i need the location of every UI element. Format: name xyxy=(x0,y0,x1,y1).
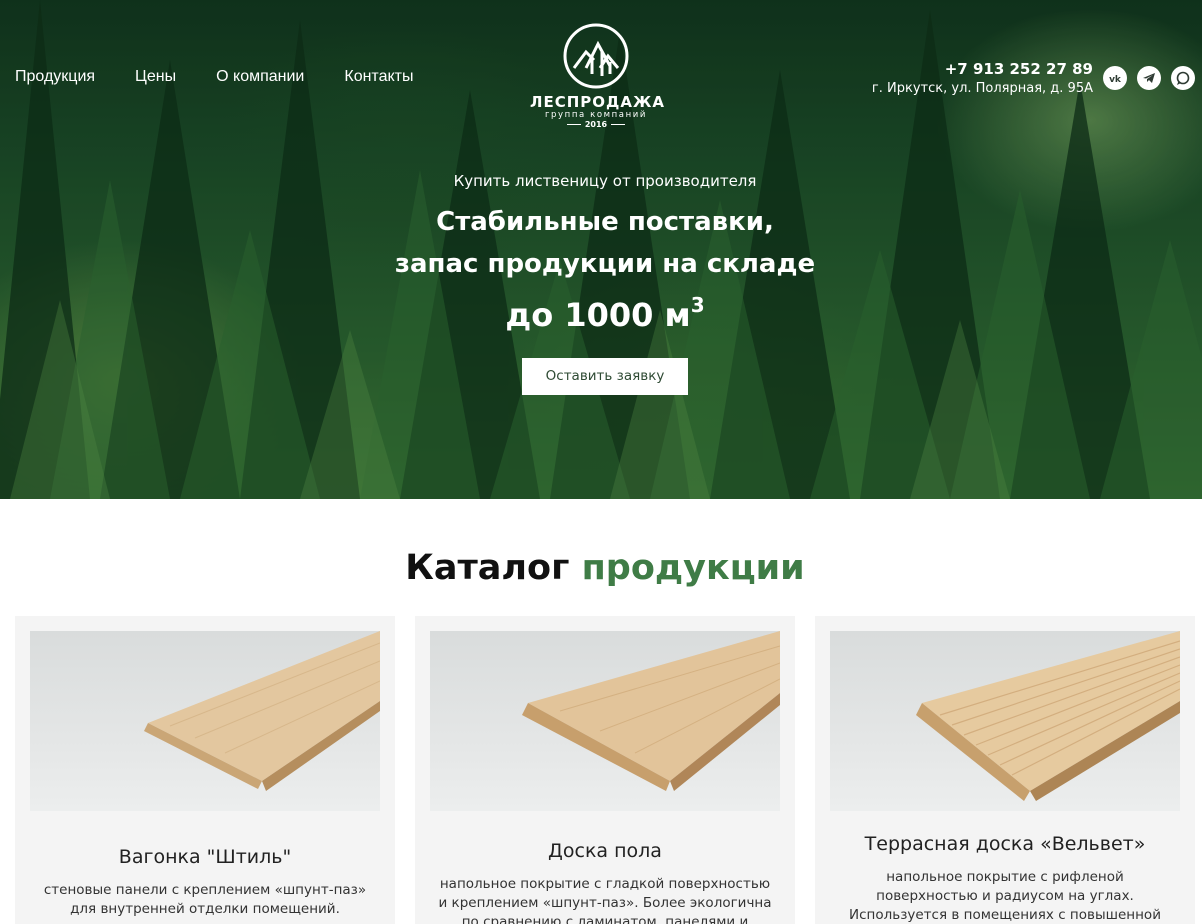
nav-item-about[interactable]: О компании xyxy=(216,68,304,86)
logo-emblem-icon xyxy=(562,22,630,90)
phone-link[interactable]: +7 913 252 27 89 xyxy=(872,60,1093,78)
logo-name: ЛЕСПРОДАЖА xyxy=(530,93,665,111)
hero-volume: до 1000 м3 xyxy=(0,283,1202,337)
hero-title-line2: запас продукции на складе xyxy=(394,249,816,279)
product-description: стеновые панели с креплением «шпунт-паз»… xyxy=(43,882,367,917)
product-image[interactable] xyxy=(430,631,780,811)
main-nav: Продукция Цены О компании Контакты xyxy=(15,68,453,86)
hero-title-line1: Стабильные поставки, xyxy=(436,207,774,237)
product-image[interactable] xyxy=(830,631,1180,811)
telegram-icon[interactable] xyxy=(1137,66,1161,90)
product-card-vagonka[interactable]: Вагонка "Штиль" стеновые панели с крепле… xyxy=(15,616,395,924)
logo-year: 2016 xyxy=(530,120,662,129)
catalog-title-accent: продукции xyxy=(581,548,805,588)
nav-item-contacts[interactable]: Контакты xyxy=(344,68,413,86)
svg-text:vk: vk xyxy=(1109,75,1122,85)
hero-title: Стабильные поставки, запас продукции на … xyxy=(0,201,1202,285)
hero-volume-text: до 1000 м xyxy=(505,296,691,334)
nav-item-prices[interactable]: Цены xyxy=(135,68,176,86)
product-description: напольное покрытие с рифленой поверхност… xyxy=(849,869,1161,923)
product-title[interactable]: Вагонка "Штиль" xyxy=(15,846,395,868)
hero-volume-sup: 3 xyxy=(690,293,705,317)
whatsapp-icon[interactable] xyxy=(1171,66,1195,90)
hero-pretitle: Купить лиственицу от производителя xyxy=(453,172,757,190)
logo[interactable]: ЛЕСПРОДАЖА группа компаний 2016 xyxy=(530,22,665,134)
product-description: напольное покрытие с гладкой поверхность… xyxy=(438,876,772,924)
header-contacts: +7 913 252 27 89 г. Иркутск, ул. Полярна… xyxy=(872,60,1093,96)
product-card-terrace-board[interactable]: Террасная доска «Вельвет» напольное покр… xyxy=(815,616,1195,924)
request-button[interactable]: Оставить заявку xyxy=(522,358,688,395)
product-card-floor-board[interactable]: Доска пола напольное покрытие с гладкой … xyxy=(415,616,795,924)
vk-icon[interactable]: vk xyxy=(1103,66,1127,90)
hero-banner: Продукция Цены О компании Контакты ЛЕСПР… xyxy=(0,0,1202,499)
product-title[interactable]: Доска пола xyxy=(415,840,795,862)
nav-item-products[interactable]: Продукция xyxy=(15,68,95,86)
logo-subtitle: группа компаний xyxy=(544,110,648,120)
catalog-title-main: Каталог xyxy=(405,548,570,588)
social-links: vk xyxy=(1103,66,1202,90)
product-image[interactable] xyxy=(30,631,380,811)
address-text: г. Иркутск, ул. Полярная, д. 95А xyxy=(871,81,1093,96)
hero-content: Купить лиственицу от производителя Стаби… xyxy=(0,172,1202,395)
catalog-title: Каталог продукции xyxy=(0,548,1202,588)
product-title[interactable]: Террасная доска «Вельвет» xyxy=(815,833,1195,855)
